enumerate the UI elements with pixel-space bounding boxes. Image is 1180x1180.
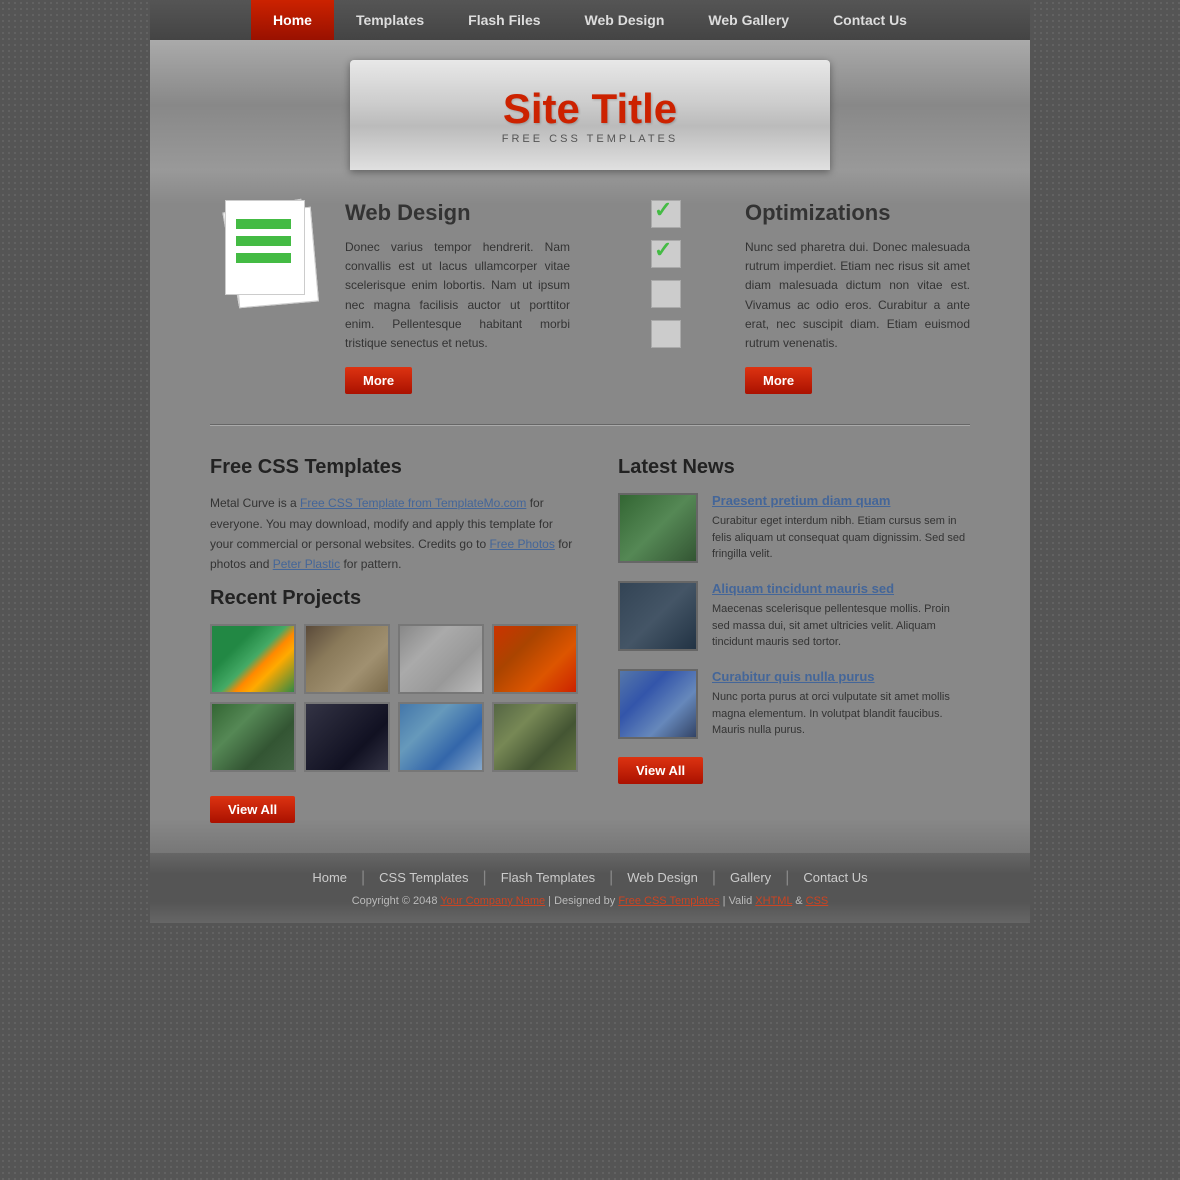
project-image-silhouette (306, 704, 388, 770)
project-thumb-3[interactable] (398, 624, 484, 694)
footer-nav-webdesign[interactable]: Web Design (613, 870, 712, 885)
designer-link[interactable]: Free CSS Templates (618, 895, 719, 907)
project-image-cat (400, 626, 482, 692)
css-link[interactable]: CSS (806, 895, 829, 907)
webdesign-icon (220, 200, 320, 310)
project-thumb-6[interactable] (304, 702, 390, 772)
two-col-section: Free CSS Templates Metal Curve is a Free… (210, 456, 970, 823)
xhtml-link[interactable]: XHTML (755, 895, 792, 907)
project-image-elephant (494, 704, 576, 770)
project-thumb-7[interactable] (398, 702, 484, 772)
nav-web-design[interactable]: Web Design (563, 0, 687, 40)
news-item-3: Curabitur quis nulla purus Nunc porta pu… (618, 669, 970, 739)
header-box: Site Title FREE CSS TEMPLATES (350, 60, 830, 170)
news-body-3: Nunc porta purus at orci vulputate sit a… (712, 689, 970, 739)
project-image-trees (212, 704, 294, 770)
project-image-leaf (494, 626, 576, 692)
nav-templates[interactable]: Templates (334, 0, 446, 40)
left-column: Free CSS Templates Metal Curve is a Free… (210, 456, 578, 823)
webdesign-more-button[interactable]: More (345, 367, 412, 394)
optim-icon-container (610, 200, 730, 394)
news-title-2: Aliquam tincidunt mauris sed (712, 581, 970, 596)
webdesign-text: Web Design Donec varius tempor hendrerit… (345, 200, 570, 394)
news-title-3: Curabitur quis nulla purus (712, 669, 970, 684)
optim-body: Nunc sed pharetra dui. Donec malesuada r… (745, 238, 970, 353)
news-thumb-2 (618, 581, 698, 651)
features-row: Web Design Donec varius tempor hendrerit… (210, 200, 970, 394)
nav-contact-us[interactable]: Contact Us (811, 0, 929, 40)
header-area: Site Title FREE CSS TEMPLATES (150, 40, 1030, 170)
news-image-1 (620, 495, 696, 561)
checkbox-1 (651, 200, 681, 228)
site-subtitle: FREE CSS TEMPLATES (502, 133, 678, 145)
feature-optim: Optimizations Nunc sed pharetra dui. Don… (610, 200, 970, 394)
footer-nav-flash[interactable]: Flash Templates (487, 870, 609, 885)
footer-nav-gallery[interactable]: Gallery (716, 870, 785, 885)
project-thumb-2[interactable] (304, 624, 390, 694)
news-item-2: Aliquam tincidunt mauris sed Maecenas sc… (618, 581, 970, 651)
news-thumb-3 (618, 669, 698, 739)
footer-nav-contact[interactable]: Contact Us (789, 870, 881, 885)
template-link[interactable]: Free CSS Template from TemplateMo.com (300, 496, 526, 510)
news-thumb-1 (618, 493, 698, 563)
company-link[interactable]: Your Company Name (440, 895, 545, 907)
checkbox-2 (651, 240, 681, 268)
project-thumb-1[interactable] (210, 624, 296, 694)
footer: Home | CSS Templates | Flash Templates |… (150, 853, 1030, 923)
optim-more-button[interactable]: More (745, 367, 812, 394)
main-content: Web Design Donec varius tempor hendrerit… (150, 170, 1030, 853)
project-thumb-4[interactable] (492, 624, 578, 694)
projects-grid (210, 624, 578, 772)
footer-nav-css[interactable]: CSS Templates (365, 870, 482, 885)
project-thumb-5[interactable] (210, 702, 296, 772)
project-thumb-8[interactable] (492, 702, 578, 772)
optim-title: Optimizations (745, 200, 970, 226)
free-css-intro: Metal Curve is a Free CSS Template from … (210, 493, 578, 575)
webdesign-body: Donec varius tempor hendrerit. Nam conva… (345, 238, 570, 353)
news-content-3: Curabitur quis nulla purus Nunc porta pu… (712, 669, 970, 739)
recent-projects-title: Recent Projects (210, 587, 578, 610)
news-image-2 (620, 583, 696, 649)
free-css-title: Free CSS Templates (210, 456, 578, 479)
latest-news-title: Latest News (618, 456, 970, 479)
news-content-1: Praesent pretium diam quam Curabitur ege… (712, 493, 970, 563)
check-item-2 (651, 240, 689, 268)
webdesign-icon-container (210, 200, 330, 394)
right-column: Latest News Praesent pretium diam quam C… (618, 456, 970, 823)
webdesign-title: Web Design (345, 200, 570, 226)
news-item-1: Praesent pretium diam quam Curabitur ege… (618, 493, 970, 563)
feature-webdesign: Web Design Donec varius tempor hendrerit… (210, 200, 570, 394)
checklist-icon (651, 200, 689, 348)
footer-nav: Home | CSS Templates | Flash Templates |… (166, 869, 1014, 887)
project-image-building (400, 704, 482, 770)
news-content-2: Aliquam tincidunt mauris sed Maecenas sc… (712, 581, 970, 651)
news-body-2: Maecenas scelerisque pellentesque mollis… (712, 601, 970, 651)
check-item-3 (651, 280, 689, 308)
check-item-1 (651, 200, 689, 228)
optim-text: Optimizations Nunc sed pharetra dui. Don… (745, 200, 970, 394)
main-nav: Home Templates Flash Files Web Design We… (150, 0, 1030, 40)
footer-nav-home[interactable]: Home (298, 870, 361, 885)
project-image-horse (306, 626, 388, 692)
news-title-1: Praesent pretium diam quam (712, 493, 970, 508)
nav-web-gallery[interactable]: Web Gallery (686, 0, 811, 40)
project-image-goldfish (212, 626, 294, 692)
nav-flash-files[interactable]: Flash Files (446, 0, 562, 40)
free-photos-link[interactable]: Free Photos (489, 537, 554, 551)
news-body-1: Curabitur eget interdum nibh. Etiam curs… (712, 513, 970, 563)
site-title: Site Title (503, 85, 677, 133)
peter-plastic-link[interactable]: Peter Plastic (273, 557, 340, 571)
news-view-all-button[interactable]: View All (618, 757, 703, 784)
projects-view-all-button[interactable]: View All (210, 796, 295, 823)
nav-home[interactable]: Home (251, 0, 334, 40)
footer-copyright: Copyright © 2048 Your Company Name | Des… (166, 895, 1014, 907)
news-image-3 (620, 671, 696, 737)
checkbox-4 (651, 320, 681, 348)
check-item-4 (651, 320, 689, 348)
section-divider (210, 424, 970, 426)
checkbox-3 (651, 280, 681, 308)
